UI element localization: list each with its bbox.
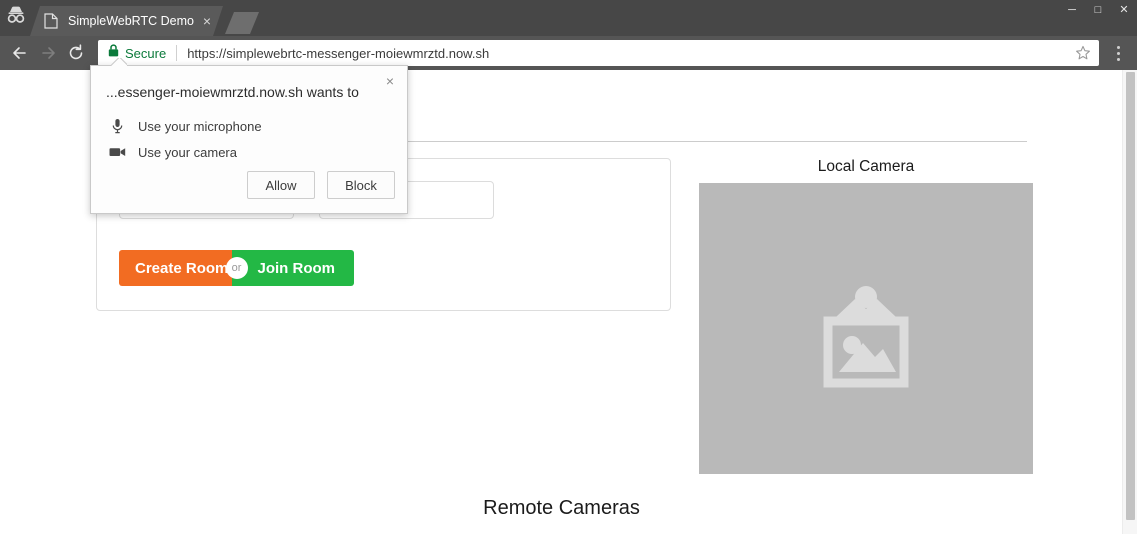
create-room-button[interactable]: Create Room	[119, 250, 232, 286]
url-text: https://simplewebrtc-messenger-moiewmrzt…	[187, 45, 490, 61]
local-camera-column: Local Camera	[671, 158, 1033, 474]
incognito-icon	[0, 0, 32, 36]
remote-cameras-title: Remote Cameras	[483, 497, 640, 519]
security-label: Secure	[125, 45, 167, 61]
kebab-menu-icon	[1116, 57, 1120, 61]
permission-dialog: × ...essenger-moiewmrztd.now.sh wants to…	[90, 65, 408, 214]
reload-icon	[66, 43, 86, 63]
page-scrollbar[interactable]	[1122, 70, 1137, 534]
bookmark-star-icon[interactable]	[1073, 43, 1093, 63]
kebab-menu-icon	[1116, 51, 1120, 55]
or-separator-label: or	[225, 257, 248, 279]
scrollbar-thumb[interactable]	[1126, 72, 1135, 520]
microphone-icon	[106, 118, 128, 134]
broken-image-icon	[795, 255, 937, 402]
browser-titlebar: SimpleWebRTC Demo × ─ □ ✕	[0, 0, 1137, 36]
close-icon: ✕	[1119, 3, 1129, 16]
minimize-button[interactable]: ─	[1059, 0, 1085, 20]
tab-close-icon[interactable]: ×	[199, 13, 215, 29]
tab-strip: SimpleWebRTC Demo ×	[32, 0, 1137, 36]
chrome-menu-button[interactable]	[1105, 39, 1131, 67]
maximize-icon: □	[1094, 3, 1102, 16]
permission-heading: ...essenger-moiewmrztd.now.sh wants to	[106, 84, 359, 100]
close-window-button[interactable]: ✕	[1111, 0, 1137, 20]
permission-item-label: Use your camera	[138, 144, 237, 160]
permission-item-camera: Use your camera	[106, 139, 407, 165]
omnibox-divider	[176, 45, 178, 61]
permission-item-label: Use your microphone	[138, 118, 262, 134]
block-button[interactable]: Block	[327, 171, 395, 199]
local-camera-video	[699, 183, 1033, 474]
allow-button[interactable]: Allow	[247, 171, 315, 199]
minimize-icon: ─	[1068, 3, 1076, 16]
forward-button	[34, 39, 62, 67]
browser-tab[interactable]: SimpleWebRTC Demo ×	[30, 6, 223, 36]
permission-item-microphone: Use your microphone	[106, 113, 407, 139]
room-action-buttons: Create Room Join Room or	[119, 250, 354, 286]
kebab-menu-icon	[1116, 45, 1120, 49]
dialog-actions: Allow Block	[247, 171, 395, 199]
join-room-button[interactable]: Join Room	[231, 250, 354, 286]
new-tab-button[interactable]	[225, 12, 259, 34]
back-arrow-icon	[10, 43, 30, 63]
dialog-tail	[111, 58, 127, 66]
window-controls: ─ □ ✕	[1059, 0, 1137, 20]
reload-button[interactable]	[62, 39, 90, 67]
forward-arrow-icon	[38, 43, 58, 63]
address-bar[interactable]: Secure https://simplewebrtc-messenger-mo…	[98, 40, 1099, 66]
tab-title: SimpleWebRTC Demo	[68, 14, 194, 28]
video-camera-icon	[106, 146, 128, 158]
page-icon	[44, 13, 60, 29]
dialog-close-button[interactable]: ×	[381, 72, 399, 90]
permission-items: Use your microphone Use your camera	[91, 100, 407, 165]
local-camera-label: Local Camera	[817, 158, 915, 175]
back-button[interactable]	[6, 39, 34, 67]
maximize-button[interactable]: □	[1085, 0, 1111, 20]
browser-window: SimpleWebRTC Demo × ─ □ ✕ Secure https:/…	[0, 0, 1137, 534]
